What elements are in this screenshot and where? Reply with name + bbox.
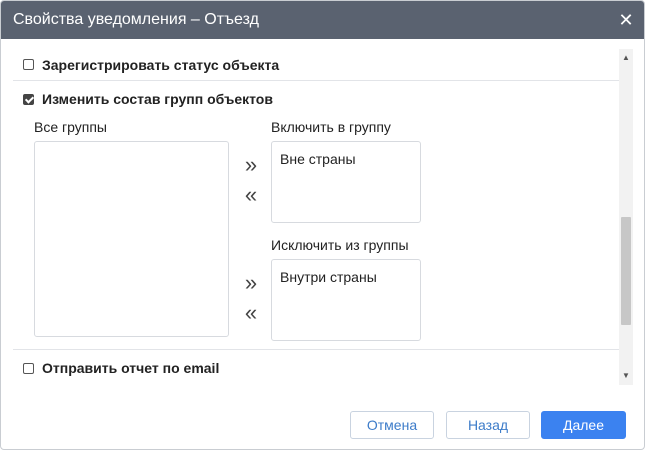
all-groups-label: Все группы — [34, 119, 107, 135]
option-send-report[interactable]: Отправить отчет по email — [13, 351, 619, 385]
close-icon[interactable]: ✕ — [616, 10, 636, 30]
scroll-up-icon[interactable]: ▲ — [619, 51, 633, 65]
move-to-exclude-icon[interactable]: » — [241, 272, 261, 294]
all-groups-list[interactable] — [34, 141, 229, 337]
dialog-content: Зарегистрировать статус объекта Изменить… — [13, 49, 619, 385]
include-group-label: Включить в группу — [271, 119, 391, 135]
scroll-down-icon[interactable]: ▼ — [619, 369, 633, 383]
exclude-group-list[interactable]: Внутри страны — [271, 259, 421, 341]
content-scrollbar[interactable]: ▲ ▼ — [619, 49, 633, 385]
move-to-include-icon[interactable]: » — [241, 154, 261, 176]
change-groups-checkbox[interactable] — [23, 93, 34, 105]
include-group-list[interactable]: Вне страны — [271, 141, 421, 223]
list-item[interactable]: Внутри страны — [272, 260, 420, 285]
option-register-status[interactable]: Зарегистрировать статус объекта — [13, 49, 619, 81]
register-status-checkbox[interactable] — [23, 59, 34, 70]
send-report-checkbox[interactable] — [23, 362, 34, 374]
section-divider — [13, 349, 619, 350]
send-report-label: Отправить отчет по email — [42, 360, 220, 376]
exclude-group-label: Исключить из группы — [271, 237, 409, 253]
back-button[interactable]: Назад — [446, 411, 530, 439]
cancel-button[interactable]: Отмена — [350, 411, 434, 439]
scrollbar-thumb[interactable] — [621, 217, 631, 325]
list-item[interactable]: Вне страны — [272, 142, 420, 167]
register-status-label: Зарегистрировать статус объекта — [42, 56, 280, 73]
dialog-titlebar: Свойства уведомления – Отъезд ✕ — [1, 1, 644, 39]
change-groups-label: Изменить состав групп объектов — [42, 91, 273, 107]
notification-properties-dialog: Свойства уведомления – Отъезд ✕ Зарегист… — [0, 0, 645, 450]
option-change-groups[interactable]: Изменить состав групп объектов — [13, 81, 619, 117]
next-button[interactable]: Далее — [541, 411, 626, 439]
dialog-title: Свойства уведомления – Отъезд — [13, 11, 259, 28]
move-from-exclude-icon[interactable]: « — [241, 302, 261, 324]
move-from-include-icon[interactable]: « — [241, 184, 261, 206]
